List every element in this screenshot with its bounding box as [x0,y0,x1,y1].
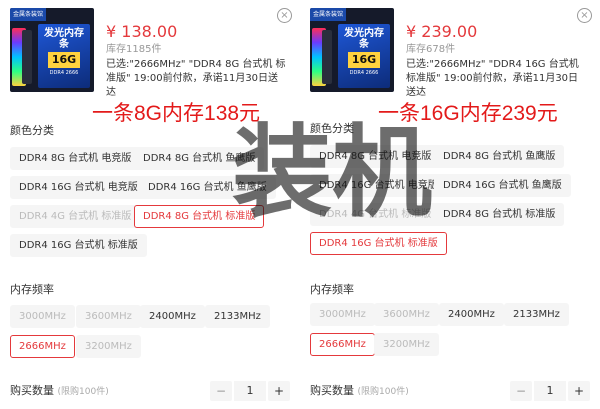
frequency-option[interactable]: 3600MHz [76,305,141,328]
increase-button[interactable]: + [268,381,290,401]
close-icon[interactable]: × [577,8,592,23]
thumbnail-subtitle: DDR4 2666 [349,70,379,76]
thumbnail-title: 发光内存条 [44,28,84,50]
price: ¥ 239.00 [406,22,478,41]
frequency-option[interactable]: 3200MHz [76,335,141,358]
frequency-section-title: 内存频率 [310,283,354,296]
quantity-title: 购买数量 [10,384,54,397]
frequency-option-selected[interactable]: 2666MHz [10,335,75,358]
price-annotation: 一条16G内存239元 [378,102,558,125]
quantity-section: 购买数量 (限购100件) [310,384,409,399]
thumbnail-capacity: 16G [348,52,380,68]
color-option-selected[interactable]: DDR4 16G 台式机 标准版 [310,232,447,255]
price-annotation: 一条8G内存138元 [92,102,261,125]
thumbnail-subtitle: DDR4 2666 [49,70,79,76]
color-option[interactable]: DDR4 16G 台式机 鱼鹰版 [434,174,571,197]
color-option[interactable]: DDR4 8G 台式机 电竞版 [10,147,141,170]
quantity-limit: (限购100件) [57,387,109,397]
stock-count: 库存678件 [406,44,456,55]
decrease-button[interactable]: − [210,381,232,401]
stock-count: 库存1185件 [106,44,162,55]
thumbnail-tag: 金属条装馆 [310,8,347,21]
selected-summary: 已选:"2666MHz" "DDR4 8G 台式机 标准版" 19:00前付款，… [106,59,286,98]
quantity-stepper: − 1 + [510,381,590,401]
ram-stick-graphic [322,30,332,84]
product-thumbnail: 金属条装馆 发光内存条 16G DDR4 2666 [310,8,394,92]
frequency-option[interactable]: 2133MHz [504,303,569,326]
color-option[interactable]: DDR4 16G 台式机 电竞版 [10,176,147,199]
sku-panel-right: 金属条装馆 发光内存条 16G DDR4 2666 ¥ 239.00 库存678… [300,0,600,409]
quantity-limit: (限购100件) [357,387,409,397]
color-option[interactable]: DDR4 8G 台式机 鱼鹰版 [434,145,565,168]
quantity-title: 购买数量 [310,384,354,397]
color-section-title: 颜色分类 [10,124,54,137]
increase-button[interactable]: + [568,381,590,401]
frequency-option[interactable]: 2400MHz [439,303,504,326]
selected-summary: 已选:"2666MHz" "DDR4 16G 台式机 标准版" 19:00前付款… [406,59,579,98]
color-option[interactable]: DDR4 4G 台式机 标准版 [10,205,141,228]
color-option[interactable]: DDR4 16G 台式机 电竞版 [310,174,447,197]
frequency-option[interactable]: 3000MHz [10,305,75,328]
quantity-section: 购买数量 (限购100件) [10,384,109,399]
quantity-input[interactable]: 1 [234,381,266,401]
thumbnail-tag: 金属条装馆 [10,8,47,21]
thumbnail-title: 发光内存条 [344,28,384,50]
frequency-section-title: 内存频率 [10,283,54,296]
frequency-option[interactable]: 2400MHz [140,305,205,328]
frequency-option[interactable]: 3000MHz [310,303,375,326]
product-thumbnail: 金属条装馆 发光内存条 16G DDR4 2666 [10,8,94,92]
color-section-title: 颜色分类 [310,122,354,135]
color-option[interactable]: DDR4 8G 台式机 标准版 [434,203,565,226]
quantity-input[interactable]: 1 [534,381,566,401]
thumbnail-capacity: 16G [48,52,80,68]
decrease-button[interactable]: − [510,381,532,401]
frequency-option[interactable]: 3200MHz [374,333,439,356]
sku-panel-left: 金属条装馆 发光内存条 16G DDR4 2666 ¥ 138.00 库存118… [0,0,300,409]
color-option-selected[interactable]: DDR4 8G 台式机 标准版 [134,205,265,228]
frequency-option-selected[interactable]: 2666MHz [310,333,375,356]
color-option[interactable]: DDR4 8G 台式机 电竞版 [310,145,441,168]
price: ¥ 138.00 [106,22,178,41]
color-option[interactable]: DDR4 16G 台式机 鱼鹰版 [139,176,276,199]
color-option[interactable]: DDR4 8G 台式机 鱼鹰版 [134,147,265,170]
color-option[interactable]: DDR4 4G 台式机 标准版 [310,203,441,226]
color-option[interactable]: DDR4 16G 台式机 标准版 [10,234,147,257]
close-icon[interactable]: × [277,8,292,23]
frequency-option[interactable]: 2133MHz [205,305,270,328]
quantity-stepper: − 1 + [210,381,290,401]
ram-stick-graphic [22,30,32,84]
frequency-option[interactable]: 3600MHz [374,303,439,326]
